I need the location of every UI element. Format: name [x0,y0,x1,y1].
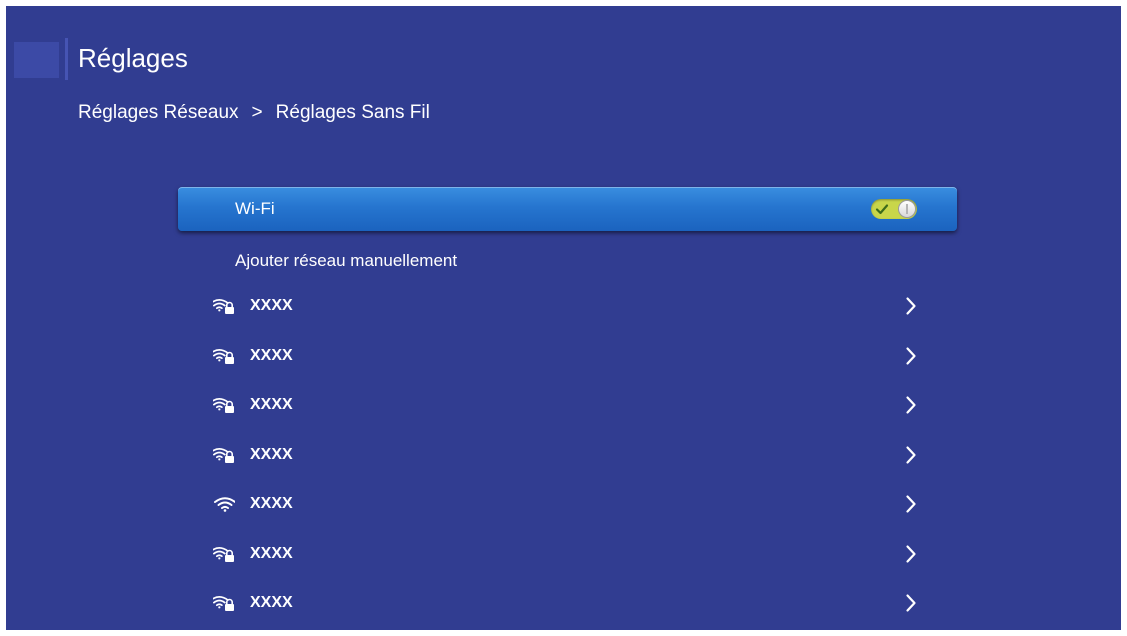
chevron-right-icon[interactable] [905,395,917,415]
header-divider [65,38,68,80]
chevron-right-icon[interactable] [905,593,917,613]
wifi-label: Wi-Fi [235,199,275,218]
network-item[interactable]: XXXX [178,431,957,481]
network-name: XXXX [250,495,293,512]
breadcrumb-current: Réglages Sans Fil [275,102,430,123]
chevron-right-icon[interactable] [905,296,917,316]
wifi-lock-icon [213,348,234,364]
page-title: Réglages [78,43,188,73]
wifi-icon [214,497,235,512]
wifi-lock-icon [213,299,234,314]
network-item[interactable]: XXXX [178,332,957,382]
breadcrumb: Réglages Réseaux > Réglages Sans Fil [78,100,430,126]
network-item[interactable]: XXXX [178,480,957,530]
network-name: XXXX [250,346,293,364]
breadcrumb-separator: > [251,102,263,123]
network-item[interactable]: XXXX [178,282,957,332]
wifi-lock-icon [213,596,234,611]
network-name: XXXX [250,445,293,463]
wifi-toggle-switch[interactable] [871,199,917,219]
network-item[interactable]: XXXX [178,381,957,431]
network-name: XXXX [250,594,293,611]
add-network-manually-button[interactable]: Ajouter réseau manuellement [235,250,457,272]
network-list: XXXX XXXX XXXX XXXX XXXX XXXX XXXX [178,282,957,629]
breadcrumb-parent[interactable]: Réglages Réseaux [78,100,239,126]
network-item[interactable]: XXXX [178,579,957,629]
check-icon [875,204,889,215]
toggle-knob[interactable] [898,200,916,218]
wifi-lock-icon [213,398,234,413]
network-name: XXXX [250,297,293,314]
wifi-toggle-row[interactable]: Wi-Fi [178,187,957,231]
chevron-right-icon[interactable] [905,544,917,564]
wifi-lock-icon [213,546,234,562]
wifi-lock-icon [213,447,234,463]
network-name: XXXX [250,396,293,413]
network-name: XXXX [250,544,293,562]
chevron-right-icon[interactable] [905,346,917,366]
app-logo [14,42,59,78]
chevron-right-icon[interactable] [905,494,917,514]
network-item[interactable]: XXXX [178,530,957,580]
settings-screen: Réglages Réglages Réseaux > Réglages Sans … [6,6,1121,630]
chevron-right-icon[interactable] [905,445,917,465]
